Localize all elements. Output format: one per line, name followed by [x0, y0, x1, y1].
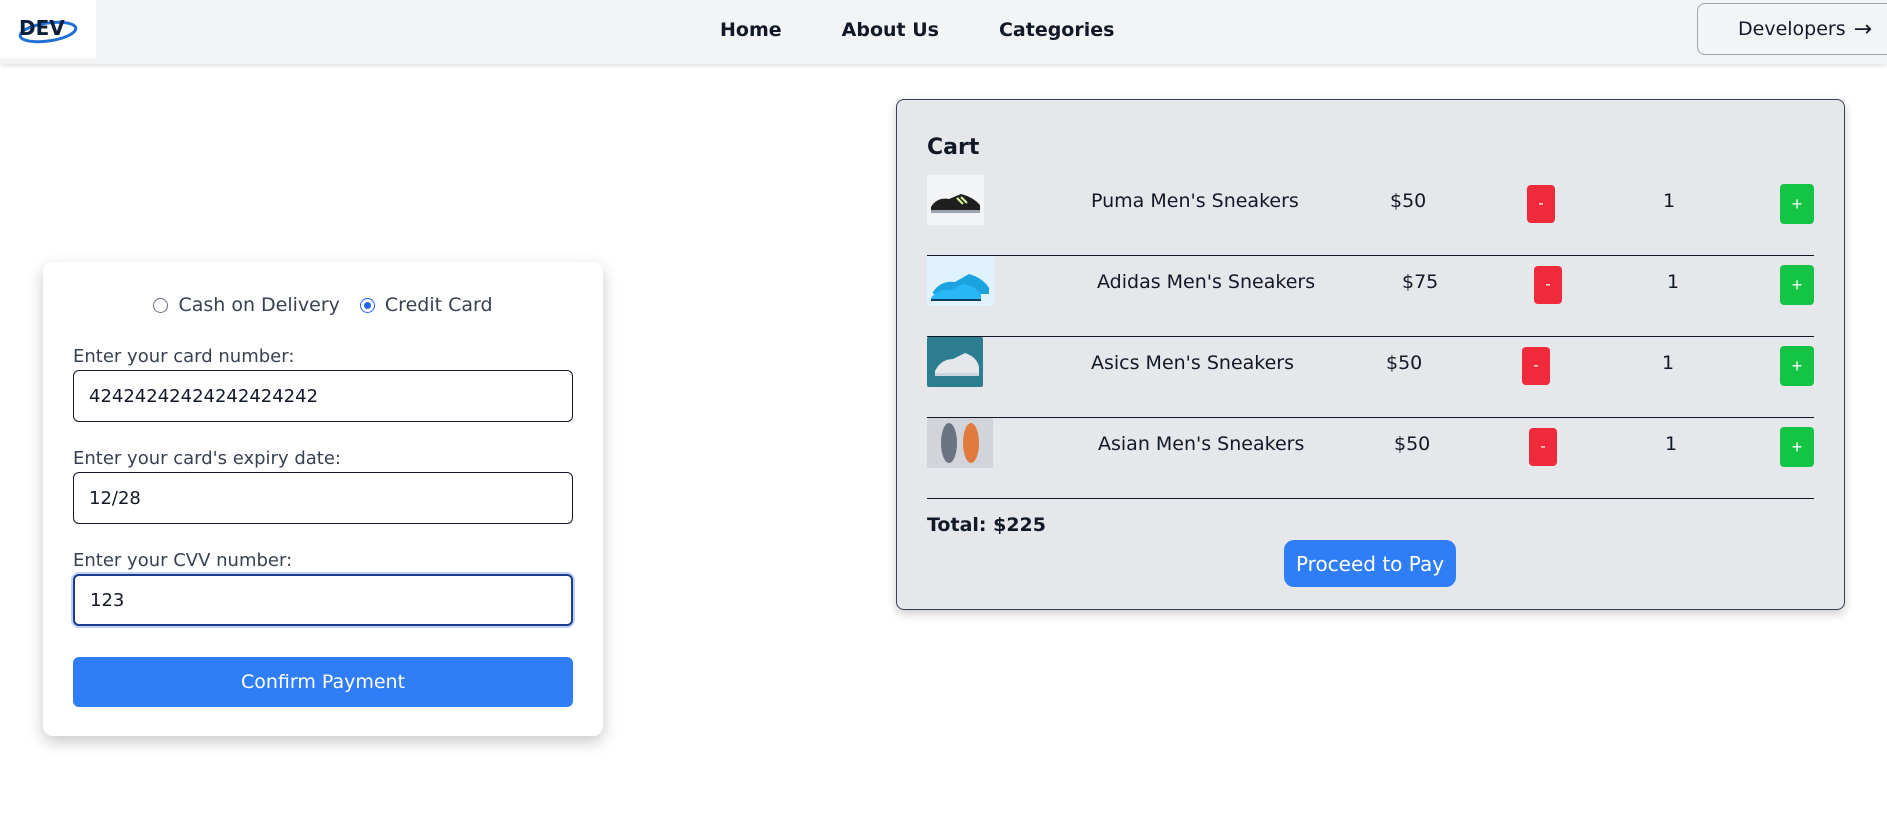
nav-home[interactable]: Home [720, 19, 782, 41]
developers-label: Developers [1738, 18, 1846, 40]
increase-quantity-button[interactable]: + [1780, 346, 1814, 386]
card-number-label: Enter your card number: [73, 346, 295, 367]
cart-item-price: $50 [1394, 433, 1431, 455]
card-number-input[interactable] [73, 370, 573, 422]
logo[interactable]: DEV [0, 0, 96, 58]
cart-title: Cart [927, 135, 980, 160]
cash-on-delivery-radio[interactable] [153, 297, 169, 313]
adidas-sneaker-image [927, 256, 994, 306]
payment-methods: Cash on Delivery Credit Card [43, 294, 603, 316]
cart-row: Puma Men's Sneakers $50 - 1 + [927, 175, 1814, 256]
cvv-label: Enter your CVV number: [73, 550, 293, 571]
cart-row: Asian Men's Sneakers $50 - 1 + [927, 418, 1814, 499]
decrease-quantity-button[interactable]: - [1529, 428, 1557, 466]
dev-logo-icon: DEV [18, 16, 78, 44]
cash-on-delivery-label: Cash on Delivery [178, 294, 340, 316]
increase-quantity-button[interactable]: + [1780, 427, 1814, 467]
expiry-label: Enter your card's expiry date: [73, 448, 341, 469]
proceed-to-pay-button[interactable]: Proceed to Pay [1284, 540, 1456, 587]
increase-quantity-button[interactable]: + [1780, 184, 1814, 224]
cart-item-price: $75 [1402, 271, 1439, 293]
decrease-quantity-button[interactable]: - [1527, 185, 1555, 223]
navbar: DEV Home About Us Categories Developers … [0, 0, 1887, 64]
logo-text: DEV [19, 16, 65, 40]
method-credit-card[interactable]: Credit Card [359, 294, 493, 316]
cart-total: Total: $225 [927, 514, 1047, 536]
decrease-quantity-button[interactable]: - [1534, 266, 1562, 304]
cart-item-price: $50 [1390, 190, 1427, 212]
nav-links: Home About Us Categories [720, 0, 1114, 60]
asian-sneaker-image [927, 418, 993, 468]
decrease-quantity-button[interactable]: - [1522, 347, 1550, 385]
cart-item-name: Asics Men's Sneakers [1091, 352, 1295, 374]
cart-item-name: Adidas Men's Sneakers [1097, 271, 1316, 293]
puma-sneaker-image [927, 175, 984, 225]
confirm-payment-button[interactable]: Confirm Payment [73, 657, 573, 707]
nav-categories[interactable]: Categories [999, 19, 1114, 41]
cart-row: Asics Men's Sneakers $50 - 1 + [927, 337, 1814, 418]
asics-sneaker-image [927, 337, 983, 387]
credit-card-label: Credit Card [384, 294, 493, 316]
cart-item-quantity: 1 [1665, 433, 1678, 455]
increase-quantity-button[interactable]: + [1780, 265, 1814, 305]
developers-button[interactable]: Developers → [1697, 3, 1887, 55]
cart-item-quantity: 1 [1667, 271, 1680, 293]
method-cash-on-delivery[interactable]: Cash on Delivery [153, 294, 340, 316]
cart-item-quantity: 1 [1662, 352, 1675, 374]
nav-about-us[interactable]: About Us [842, 19, 939, 41]
expiry-input[interactable] [73, 472, 573, 524]
cart-panel: Cart Puma Men's Sneakers $50 - 1 + Adida… [896, 99, 1845, 610]
payment-form: Cash on Delivery Credit Card Enter your … [43, 262, 603, 736]
cart-item-name: Puma Men's Sneakers [1091, 190, 1299, 212]
cart-row: Adidas Men's Sneakers $75 - 1 + [927, 256, 1814, 337]
cart-item-name: Asian Men's Sneakers [1098, 433, 1305, 455]
credit-card-radio[interactable] [359, 297, 375, 313]
cvv-input[interactable] [73, 574, 573, 626]
arrow-right-icon: → [1853, 16, 1873, 42]
cart-item-price: $50 [1386, 352, 1423, 374]
cart-item-quantity: 1 [1663, 190, 1676, 212]
